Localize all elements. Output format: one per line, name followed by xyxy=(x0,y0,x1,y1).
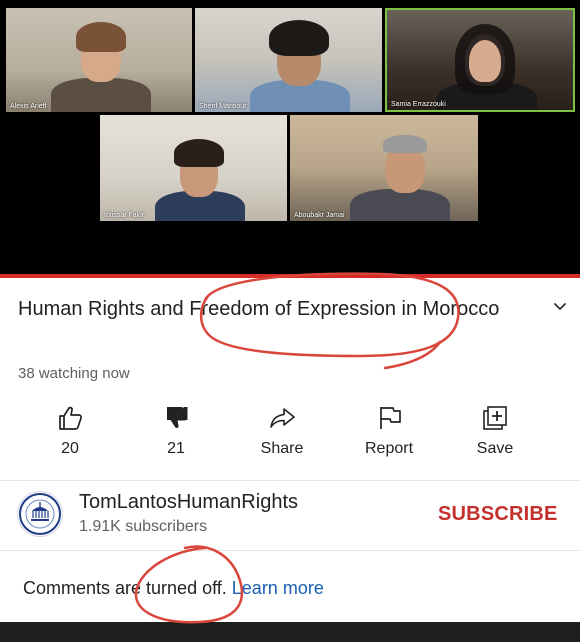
report-label: Report xyxy=(364,440,414,457)
like-button[interactable]: 20 xyxy=(25,402,115,468)
thumbs-down-icon xyxy=(167,407,188,428)
learn-more-link[interactable]: Learn more xyxy=(232,578,324,598)
participant-name: Intissar Fakir xyxy=(104,212,145,219)
bottom-navigation-bar xyxy=(0,622,580,642)
like-count: 20 xyxy=(61,440,79,457)
participant-tile: Sherif Mansour xyxy=(195,8,382,112)
chevron-down-icon[interactable] xyxy=(553,300,567,314)
participant-tile-active-speaker: Samia Errazzouki xyxy=(385,8,575,112)
video-player[interactable]: Alexis Arieff Sherif Mansour Samia Erraz… xyxy=(0,0,580,274)
share-label: Share xyxy=(260,440,304,457)
participant-name: Alexis Arieff xyxy=(10,103,47,110)
subscribe-button[interactable]: SUBSCRIBE xyxy=(438,503,558,526)
share-button[interactable]: Share xyxy=(237,402,327,468)
report-button[interactable]: Report xyxy=(344,402,434,468)
video-progress-bar[interactable] xyxy=(0,274,580,278)
participant-name: Samia Errazzouki xyxy=(391,101,446,108)
share-icon xyxy=(270,408,295,428)
channel-logo-icon xyxy=(19,493,61,535)
divider xyxy=(0,480,580,481)
dislike-button[interactable]: 21 xyxy=(131,402,221,468)
channel-name[interactable]: TomLantosHumanRights xyxy=(79,491,298,514)
dislike-count: 21 xyxy=(167,440,185,457)
video-title: Human Rights and Freedom of Expression i… xyxy=(18,298,500,320)
flag-icon xyxy=(380,407,401,429)
annotation-tail xyxy=(383,340,442,370)
playlist-add-icon xyxy=(483,406,507,430)
comments-disabled-text: Comments are turned off. xyxy=(23,578,227,598)
action-bar: 20 21 Share Report Save xyxy=(0,402,580,472)
participant-tile: Aboubakr Jamai xyxy=(290,115,478,221)
divider xyxy=(0,550,580,551)
save-button[interactable]: Save xyxy=(450,402,540,468)
subscriber-count: 1.91K subscribers xyxy=(79,518,208,535)
save-label: Save xyxy=(476,440,514,457)
participant-name: Sherif Mansour xyxy=(199,103,247,110)
participant-tile: Intissar Fakir xyxy=(100,115,287,221)
channel-avatar[interactable] xyxy=(17,491,63,537)
comments-status: Comments are turned off. Learn more xyxy=(23,578,324,599)
participant-name: Aboubakr Jamai xyxy=(294,212,345,219)
live-viewer-count: 38 watching now xyxy=(18,365,130,382)
participant-tile: Alexis Arieff xyxy=(6,8,192,112)
thumbs-up-icon xyxy=(59,406,82,430)
